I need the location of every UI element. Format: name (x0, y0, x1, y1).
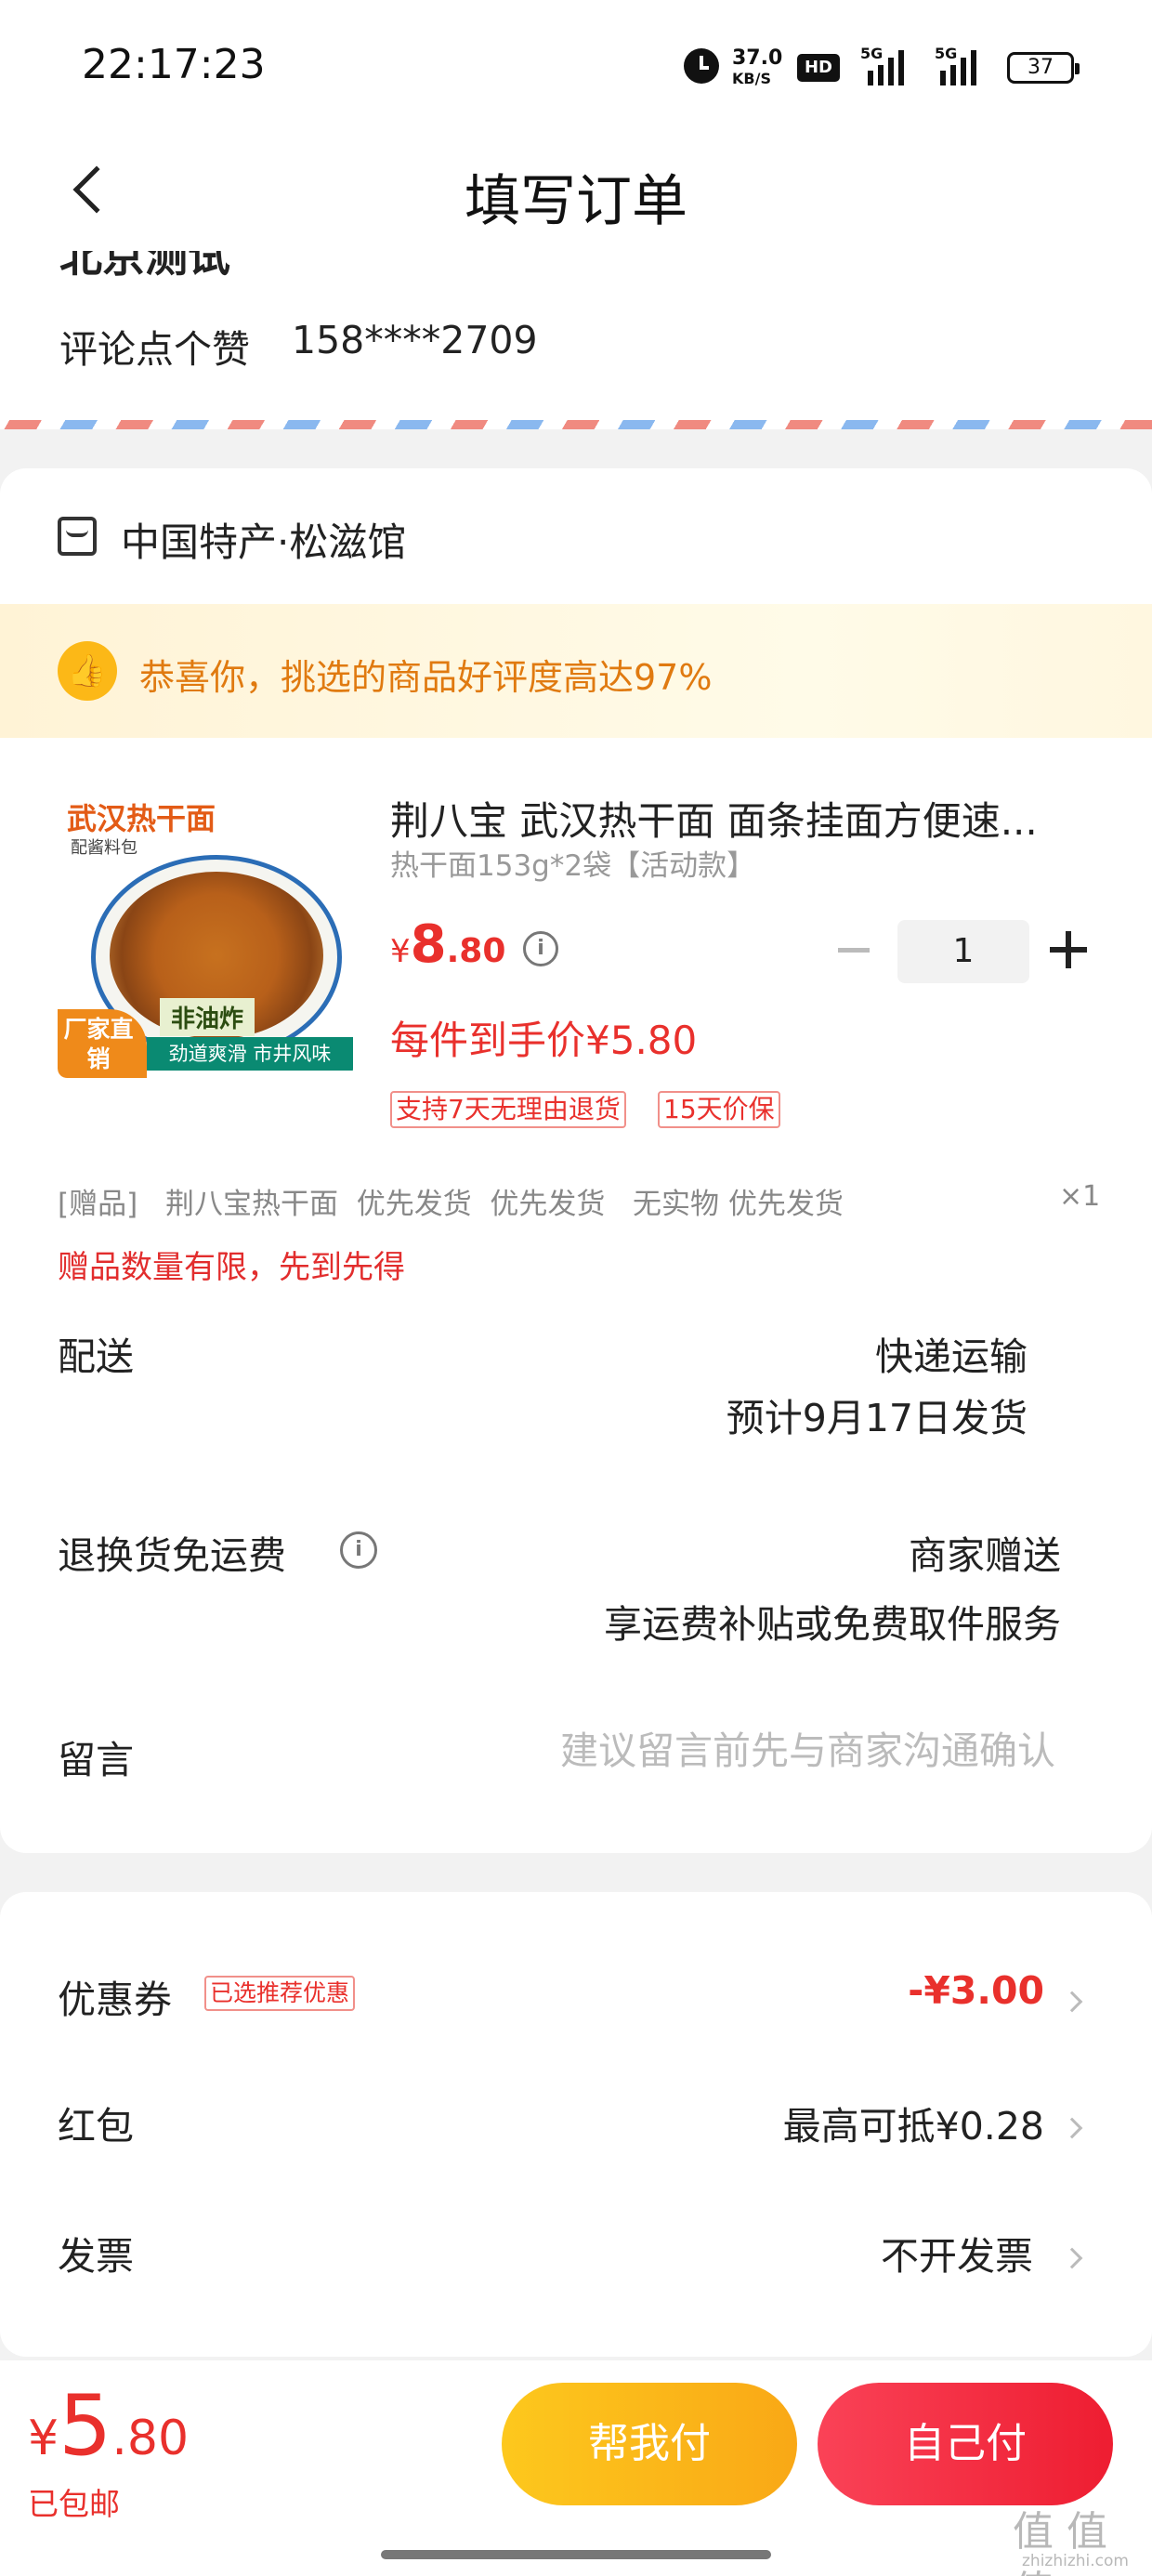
return-fee-label: 退换货免运费 (58, 1533, 286, 1578)
status-bar: 22:17:23 37.0 KB/S HD 5G 5G 37 (0, 0, 1152, 130)
signal-label: 5G (860, 45, 884, 62)
contact-phone: 158****2709 (292, 318, 538, 362)
signal-icon: 5G (860, 45, 916, 85)
contact-name: 评论点个赞 (59, 327, 250, 372)
price-int: 8 (410, 914, 447, 975)
increase-button[interactable] (1050, 931, 1087, 968)
delivery-method[interactable]: 快递运输 (875, 1325, 1028, 1381)
checkout-bar: ¥5.80 已包邮 帮我付 自己付 值 值 值 zhizhizhi.com (0, 2360, 1152, 2576)
order-card: 中国特产·松滋馆 👍 恭喜你，挑选的商品好评度高达97% 武汉热干面 配酱料包 … (0, 468, 1152, 1853)
help-pay-button[interactable]: 帮我付 (502, 2383, 797, 2505)
address-line: 北京测试 (59, 251, 230, 282)
total-int: 5 (59, 2377, 112, 2475)
battery-icon: 37 (1007, 52, 1080, 84)
thumb-badge: 厂家直销 (58, 1009, 147, 1078)
invoice-value[interactable]: 不开发票 (881, 2225, 1033, 2280)
address-card[interactable]: 北京测试 评论点个赞 158****2709 (0, 251, 1152, 429)
chevron-right-icon[interactable] (1061, 1991, 1083, 2013)
gift-prefix: [赠品] (58, 1188, 138, 1221)
gift-count: ×1 (1059, 1180, 1101, 1213)
airmail-border (0, 420, 1152, 429)
product-spec: 热干面153g*2袋【活动款】 (390, 849, 756, 883)
shipping-note: 已包邮 (28, 2486, 120, 2522)
product-title[interactable]: 荆八宝 武汉热干面 面条挂面方便速... (390, 790, 1106, 847)
price-dec: .80 (446, 932, 506, 970)
delivery-label: 配送 (58, 1334, 134, 1379)
chevron-right-icon[interactable] (1061, 2247, 1083, 2269)
return-fee-desc: 享运费补贴或免费取件服务 (604, 1602, 1061, 1647)
total-currency: ¥ (28, 2411, 59, 2466)
coupon-value[interactable]: -¥3.00 (908, 1968, 1044, 2013)
home-indicator (381, 2550, 771, 2559)
chevron-right-icon[interactable] (1061, 2117, 1083, 2139)
coupon-label: 优惠券 (58, 1978, 172, 2022)
discount-card: 优惠券 已选推荐优惠 -¥3.00 红包 最高可抵¥0.28 发票 不开发票 (0, 1892, 1152, 2357)
delivery-eta: 预计9月17日发货 (726, 1396, 1028, 1440)
service-tag: 15天价保 (658, 1091, 780, 1128)
total-price: ¥5.80 (28, 2377, 189, 2475)
gift-note: 赠品数量有限，先到先得 (58, 1249, 405, 1286)
signal-label: 5G (935, 45, 958, 62)
net-speed-unit: KB/S (732, 70, 771, 87)
invoice-label: 发票 (58, 2234, 134, 2279)
unit-price: 每件到手价¥5.80 (390, 1018, 698, 1063)
product-price: ¥8.80 (390, 914, 505, 975)
total-dec: .80 (111, 2411, 190, 2466)
banner-text: 恭喜你，挑选的商品好评度高达97% (139, 657, 713, 698)
alarm-icon (684, 48, 719, 84)
thumb-tag-1: 非油炸 (160, 998, 255, 1036)
product-image[interactable]: 武汉热干面 配酱料包 非油炸 劲道爽滑 市井风味 厂家直销 (58, 782, 353, 1078)
thumb-tag-2: 劲道爽滑 市井风味 (147, 1037, 353, 1071)
status-time: 22:17:23 (82, 41, 266, 88)
info-icon[interactable]: i (340, 1531, 377, 1569)
net-speed-value: 37.0 (732, 46, 783, 70)
gift-text: 荆八宝热干面 优先发货 优先发货 无实物 优先发货 (165, 1188, 844, 1221)
page-title: 填写订单 (465, 169, 687, 234)
store-icon (58, 517, 97, 556)
quantity-input[interactable]: 1 (897, 920, 1029, 983)
redpacket-label: 红包 (58, 2104, 134, 2149)
thumb-sub: 配酱料包 (71, 838, 137, 858)
thumbs-up-icon: 👍 (58, 641, 117, 701)
service-tag: 支持7天无理由退货 (390, 1091, 626, 1128)
self-pay-button[interactable]: 自己付 (818, 2383, 1113, 2505)
watermark-url: zhizhizhi.com (1022, 2552, 1129, 2570)
coupon-badge: 已选推荐优惠 (204, 1976, 356, 2011)
hd-icon: HD (797, 54, 840, 82)
header: 填写订单 (0, 130, 1152, 251)
redpacket-value[interactable]: 最高可抵¥0.28 (783, 2095, 1044, 2150)
message-label: 留言 (58, 1738, 134, 1782)
rating-banner: 👍 恭喜你，挑选的商品好评度高达97% (0, 604, 1152, 738)
price-currency: ¥ (390, 933, 411, 970)
signal-icon: 5G (927, 45, 992, 85)
message-input[interactable] (437, 1714, 1055, 1788)
return-fee-value: 商家赠送 (909, 1533, 1061, 1578)
decrease-button[interactable] (836, 940, 873, 959)
info-icon[interactable]: i (523, 931, 558, 966)
thumb-title: 武汉热干面 (67, 801, 216, 836)
store-name[interactable]: 中国特产·松滋馆 (121, 511, 406, 568)
